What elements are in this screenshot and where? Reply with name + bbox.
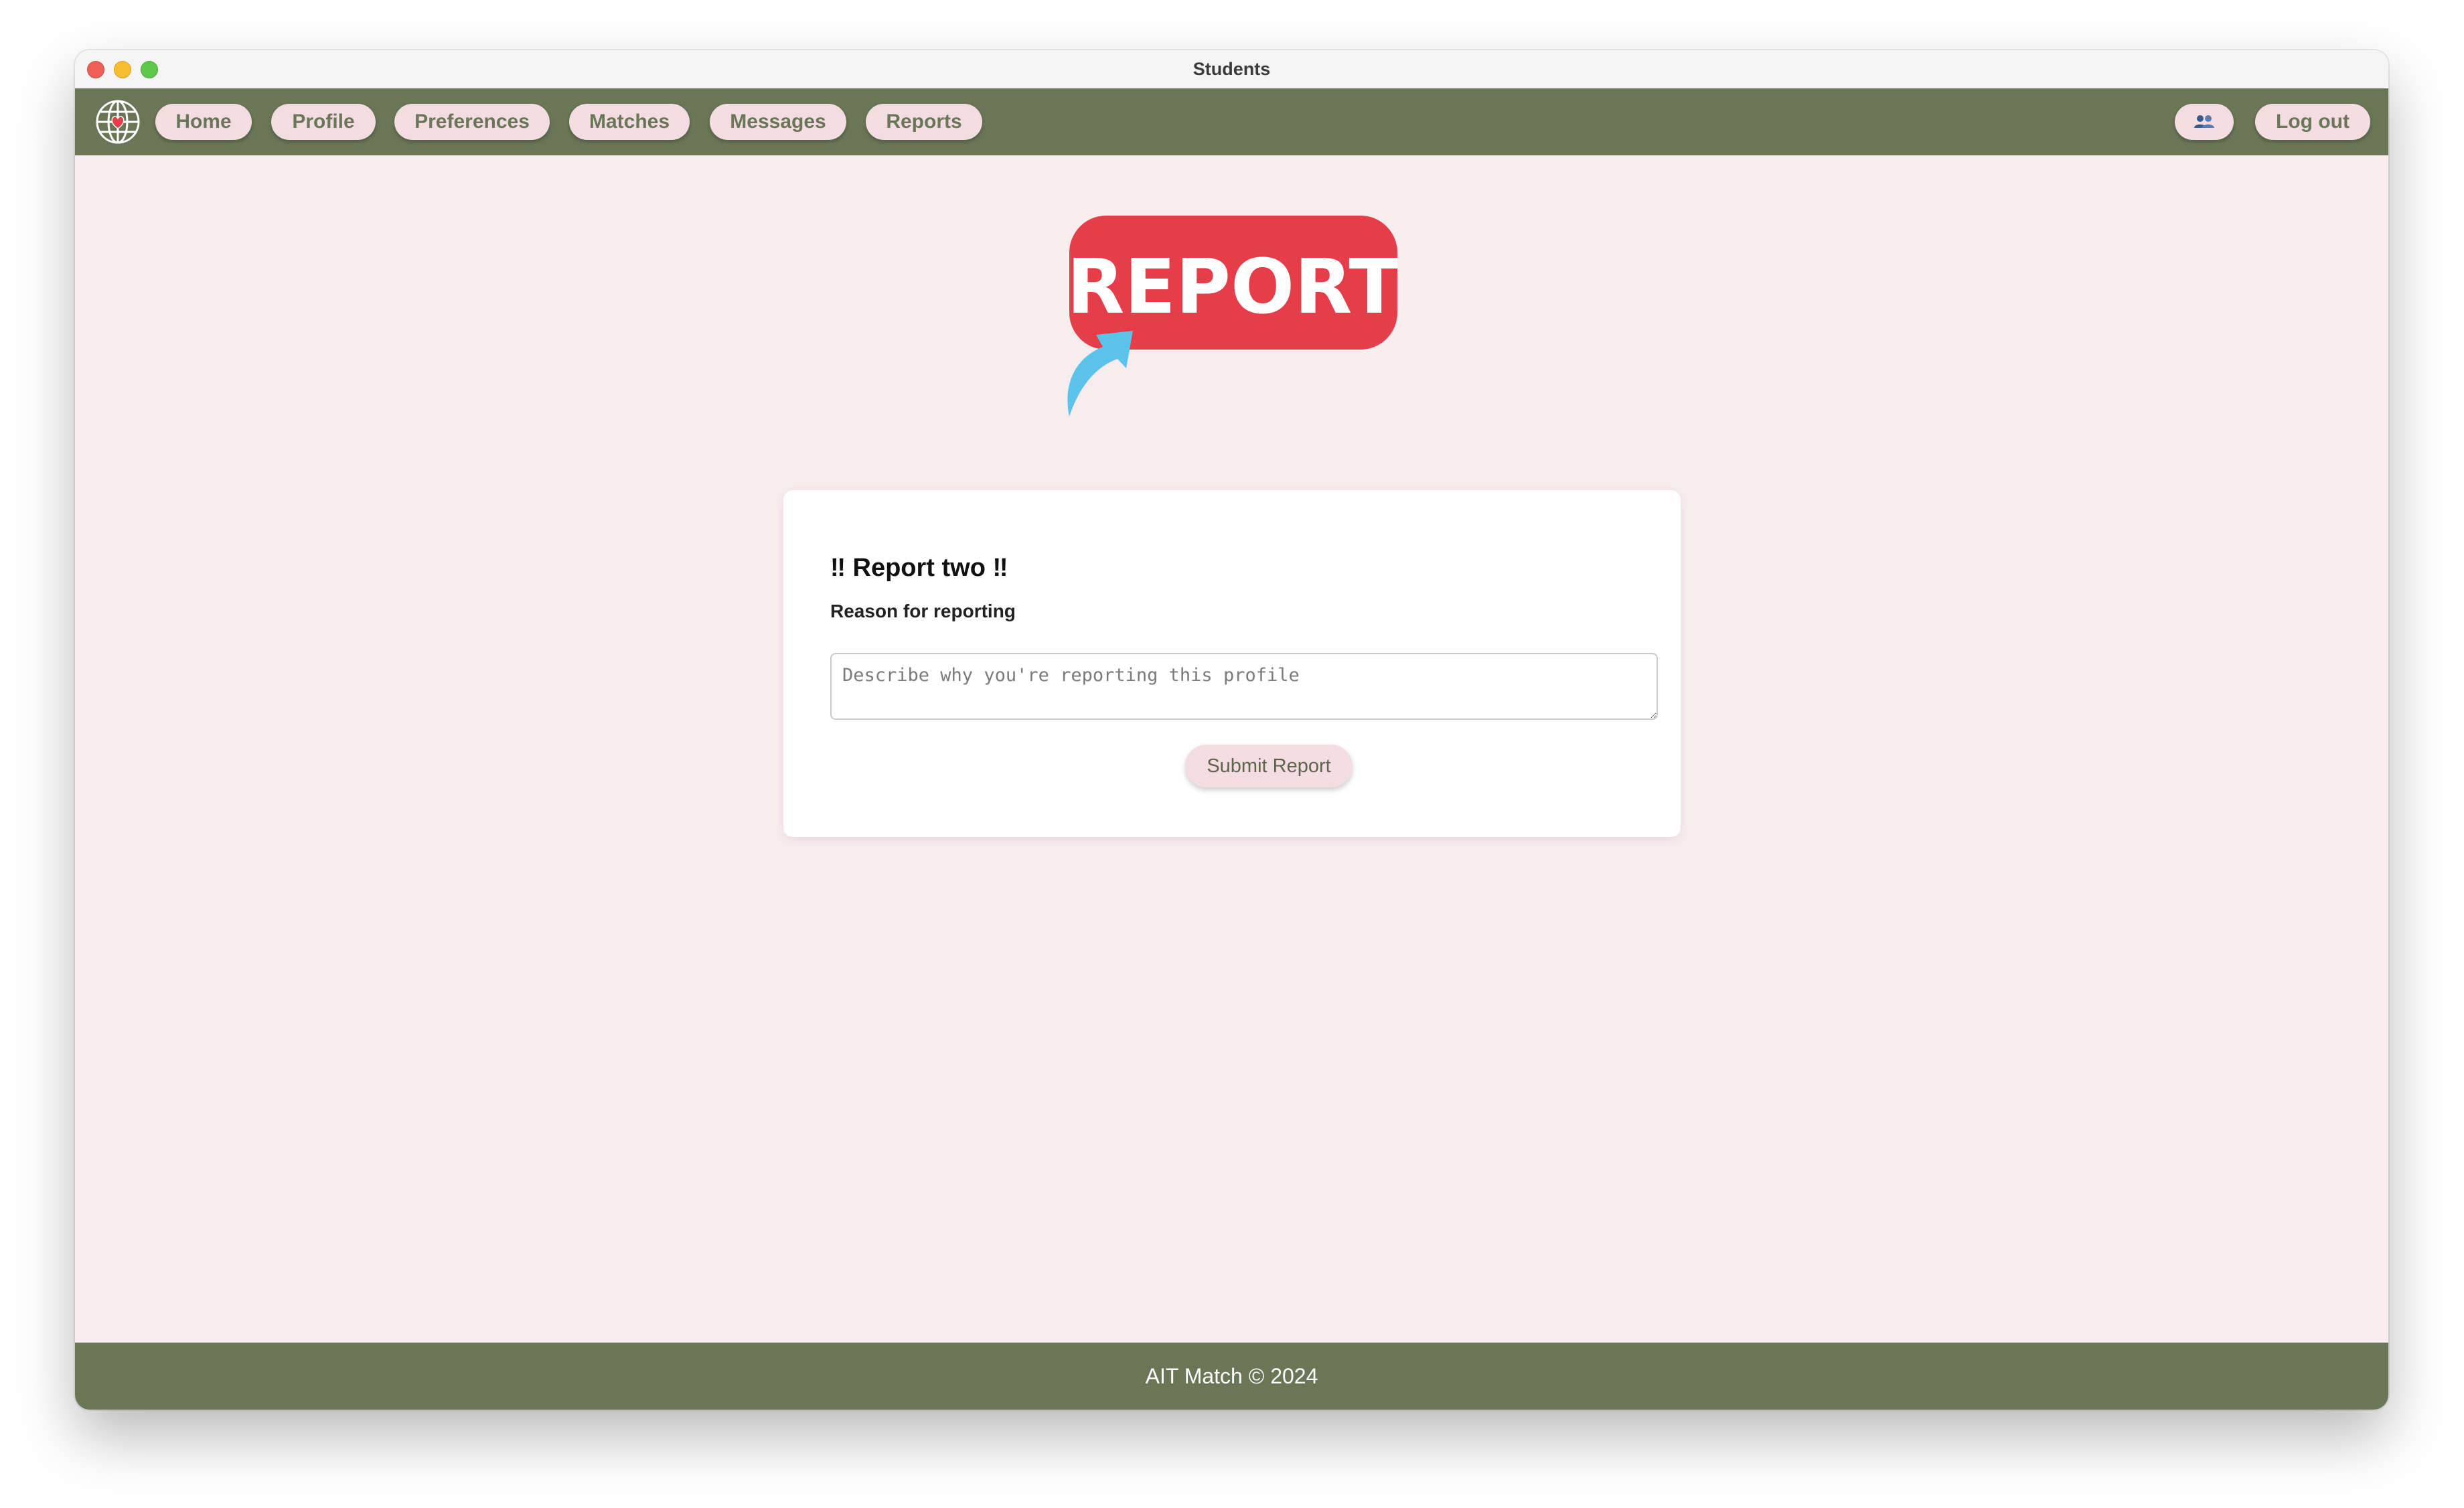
submit-report-button[interactable]: Submit Report (1185, 745, 1353, 787)
window-title: Students (1192, 59, 1271, 79)
users-button[interactable] (2175, 104, 2234, 140)
main-content: REPORT ‼ Report two ‼ Reason for reporti… (75, 155, 2388, 1393)
report-title: ‼ Report two ‼ (830, 554, 1008, 582)
nav-home-button[interactable]: Home (155, 104, 252, 140)
nav-preferences-button[interactable]: Preferences (394, 104, 550, 140)
browser-window: Students Home Profile Preferences Matche… (75, 50, 2388, 1410)
report-banner-text: REPORT (1067, 244, 1397, 331)
reason-textarea[interactable] (830, 653, 1658, 720)
reason-label: Reason for reporting (830, 601, 1016, 621)
users-icon (2194, 115, 2214, 129)
top-navbar: Home Profile Preferences Matches Message… (75, 88, 2388, 155)
footer: AIT Match © 2024 (75, 1343, 2388, 1410)
nav-reports-button[interactable]: Reports (866, 104, 982, 140)
logout-button[interactable]: Log out (2255, 104, 2370, 140)
title-bar: Students (75, 50, 2388, 89)
nav-messages-button[interactable]: Messages (710, 104, 846, 140)
nav-profile-button[interactable]: Profile (271, 104, 376, 140)
report-banner-image: REPORT (1067, 216, 1397, 417)
globe-heart-logo-icon[interactable] (94, 98, 142, 146)
report-form-card: ‼ Report two ‼ Reason for reporting Subm… (783, 490, 1681, 837)
nav-matches-button[interactable]: Matches (569, 104, 690, 140)
